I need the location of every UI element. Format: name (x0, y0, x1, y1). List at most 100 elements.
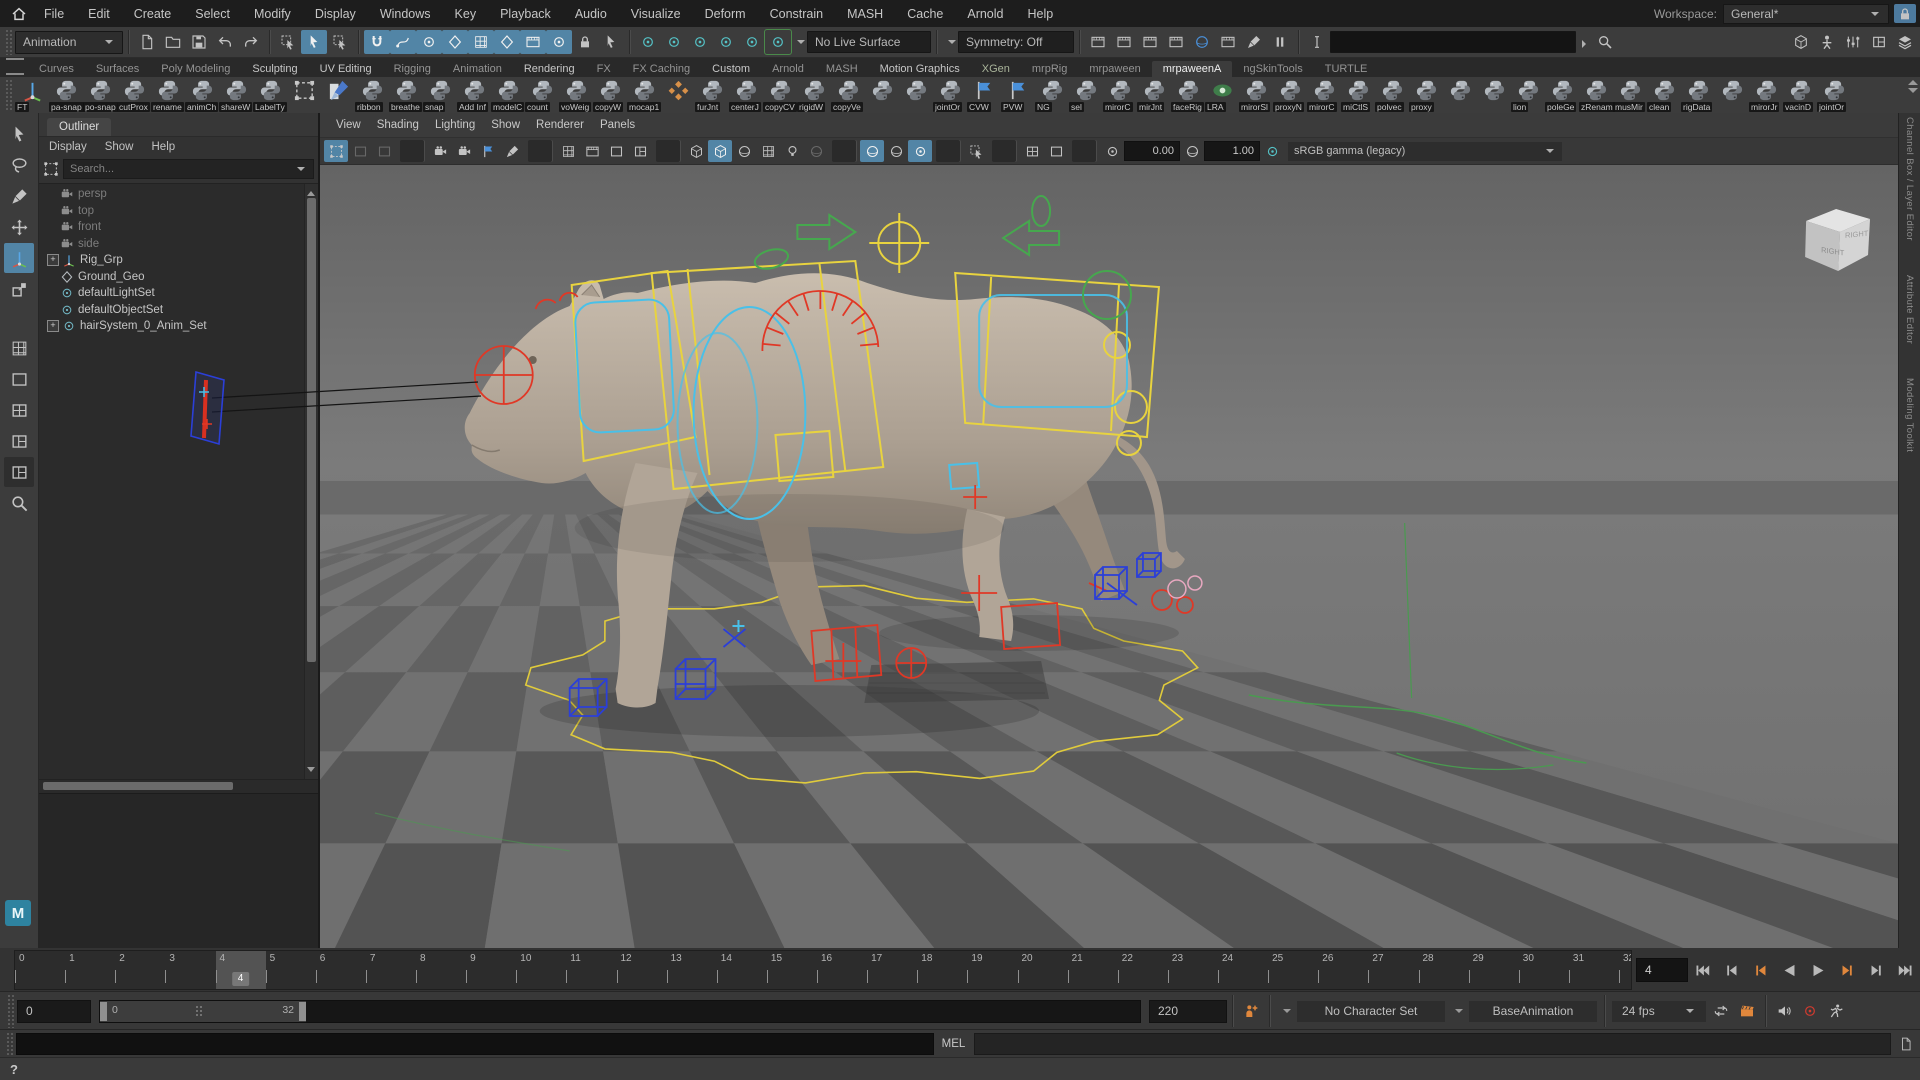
live-surface-field[interactable]: No Live Surface (807, 31, 931, 53)
shelf-button[interactable]: poleGe (1545, 77, 1579, 113)
shelf-button[interactable] (321, 77, 355, 113)
divider[interactable] (656, 140, 680, 162)
shelf-button[interactable] (899, 77, 933, 113)
drag-handle[interactable] (5, 79, 12, 112)
time-slider[interactable]: 0123456789101112131415161718192021222324… (14, 950, 1632, 990)
shelf-button[interactable]: proxy (1409, 77, 1443, 113)
shelf-tab[interactable]: FX (586, 61, 622, 77)
viewport-canvas[interactable]: RIGHT RIGHT (320, 113, 1898, 948)
menu-item[interactable]: File (32, 7, 76, 21)
select-object-icon[interactable] (301, 30, 327, 54)
shelf-button[interactable]: snap (423, 77, 457, 113)
outliner-item[interactable]: top (41, 203, 304, 220)
shelf-button[interactable]: musMir (1613, 77, 1647, 113)
outliner-vscrollbar[interactable] (304, 184, 318, 779)
snap-misc-icon[interactable] (546, 30, 572, 54)
use-all-lights-icon[interactable] (780, 140, 804, 162)
layout-outliner-persp[interactable] (4, 457, 34, 487)
shelf-button[interactable]: Add Inf (457, 77, 491, 113)
range-slider[interactable]: 0 32 (99, 1000, 1141, 1023)
render-settings-icon[interactable] (1163, 30, 1189, 54)
shelf-button[interactable]: shareW (219, 77, 253, 113)
move-tool[interactable] (4, 212, 34, 242)
sidebar-toggle-layers-icon[interactable] (1892, 30, 1918, 54)
shelf-tab[interactable]: Rendering (513, 61, 586, 77)
step-back-frame-button[interactable] (1717, 956, 1746, 984)
sidebar-toggle-humanik-icon[interactable] (1814, 30, 1840, 54)
fps-dropdown[interactable]: 24 fps (1612, 1001, 1706, 1022)
shelf-button[interactable]: proxyN (1273, 77, 1307, 113)
step-back-key-button[interactable] (1746, 956, 1775, 984)
go-to-start-button[interactable] (1688, 956, 1717, 984)
exposure-field[interactable]: 0.00 (1124, 141, 1180, 161)
tab-channel-box[interactable]: Channel Box / Layer Editor (1904, 117, 1915, 241)
sidebar-toggle-channelbox-icon[interactable] (1788, 30, 1814, 54)
hypershade-icon[interactable] (1189, 30, 1215, 54)
wireframe-on-shaded-icon[interactable] (756, 140, 780, 162)
play-backwards-button[interactable] (1775, 956, 1804, 984)
panel-menu-item[interactable]: Shading (369, 119, 427, 131)
render-setup-icon[interactable] (1215, 30, 1241, 54)
shelf-button[interactable]: NG (1035, 77, 1069, 113)
panel-menu-item[interactable]: View (328, 119, 369, 131)
layout-split-pane[interactable] (4, 426, 34, 456)
snap-together-icon[interactable] (520, 30, 546, 54)
divider[interactable] (936, 140, 960, 162)
gamma-field[interactable]: 1.00 (1204, 141, 1260, 161)
shelf-tab[interactable]: MASH (815, 61, 869, 77)
divider[interactable] (400, 140, 424, 162)
pause-viewport-icon[interactable] (1267, 30, 1293, 54)
tab-attribute-editor[interactable]: Attribute Editor (1904, 275, 1915, 344)
xray-icon[interactable] (1020, 140, 1044, 162)
redo-icon[interactable] (238, 30, 264, 54)
menu-item[interactable]: Playback (488, 7, 563, 21)
textured-mode-icon[interactable] (732, 140, 756, 162)
chevron-down-icon[interactable] (1283, 1009, 1291, 1017)
menu-item[interactable]: Visualize (619, 7, 693, 21)
sidebar-toggle-toolsettings-icon[interactable] (1840, 30, 1866, 54)
layout-four-pane[interactable] (4, 395, 34, 425)
shelf-button[interactable]: miCtlS (1341, 77, 1375, 113)
shelf-button[interactable]: PVW (1001, 77, 1035, 113)
drag-handle[interactable] (7, 994, 14, 1028)
mute-audio-icon[interactable] (1771, 999, 1797, 1023)
shelf-button[interactable]: furJnt (695, 77, 729, 113)
outliner-item[interactable]: defaultObjectSet (41, 302, 304, 319)
shelf-button[interactable]: po-snap (83, 77, 117, 113)
swatch-icon[interactable] (348, 140, 372, 162)
shelf-button[interactable]: centerJ (729, 77, 763, 113)
divider[interactable] (992, 140, 1016, 162)
range-slider-bar[interactable]: 0 32 (100, 1001, 306, 1022)
shelf-button[interactable]: rigData (1681, 77, 1715, 113)
shelf-button[interactable]: mirorC (1103, 77, 1137, 113)
shelf-button[interactable]: faceRig (1171, 77, 1205, 113)
shelf-button[interactable]: jointOr (1817, 77, 1851, 113)
chevron-down-icon[interactable] (797, 40, 805, 48)
shelf-button[interactable]: vacinD (1783, 77, 1817, 113)
shelf-button[interactable]: copyW (593, 77, 627, 113)
color-management-icon[interactable] (1260, 140, 1284, 162)
range-grip[interactable] (195, 1005, 203, 1018)
shelf-menu-icon[interactable] (6, 58, 24, 75)
xray-joints-icon[interactable] (1044, 140, 1068, 162)
image-plane-icon[interactable] (500, 140, 524, 162)
output-connections-icon[interactable] (713, 30, 739, 54)
shelf-button[interactable]: ribbon (355, 77, 389, 113)
snap-curve-icon[interactable] (390, 30, 416, 54)
select-hierarchy-icon[interactable] (275, 30, 301, 54)
shelf-tab[interactable]: mrpaweenA (1152, 61, 1233, 77)
shelf-button[interactable]: LabelTy (253, 77, 287, 113)
shelf-button[interactable]: rename (151, 77, 185, 113)
menu-item[interactable]: Help (1016, 7, 1066, 21)
shelf-tab[interactable]: FX Caching (622, 61, 701, 77)
anim-layer-dropdown[interactable]: BaseAnimation (1469, 1001, 1597, 1022)
play-forwards-button[interactable] (1804, 956, 1833, 984)
outliner-item[interactable]: front (41, 219, 304, 236)
exposure-icon[interactable] (1100, 140, 1124, 162)
active-rig-tool[interactable] (4, 243, 34, 273)
shelf-button[interactable]: zRenam (1579, 77, 1613, 113)
record-icon[interactable] (1797, 999, 1823, 1023)
gate-mask-icon[interactable] (628, 140, 652, 162)
panel-menu-item[interactable]: Show (483, 119, 528, 131)
animation-prefs-icon[interactable] (1823, 999, 1849, 1023)
